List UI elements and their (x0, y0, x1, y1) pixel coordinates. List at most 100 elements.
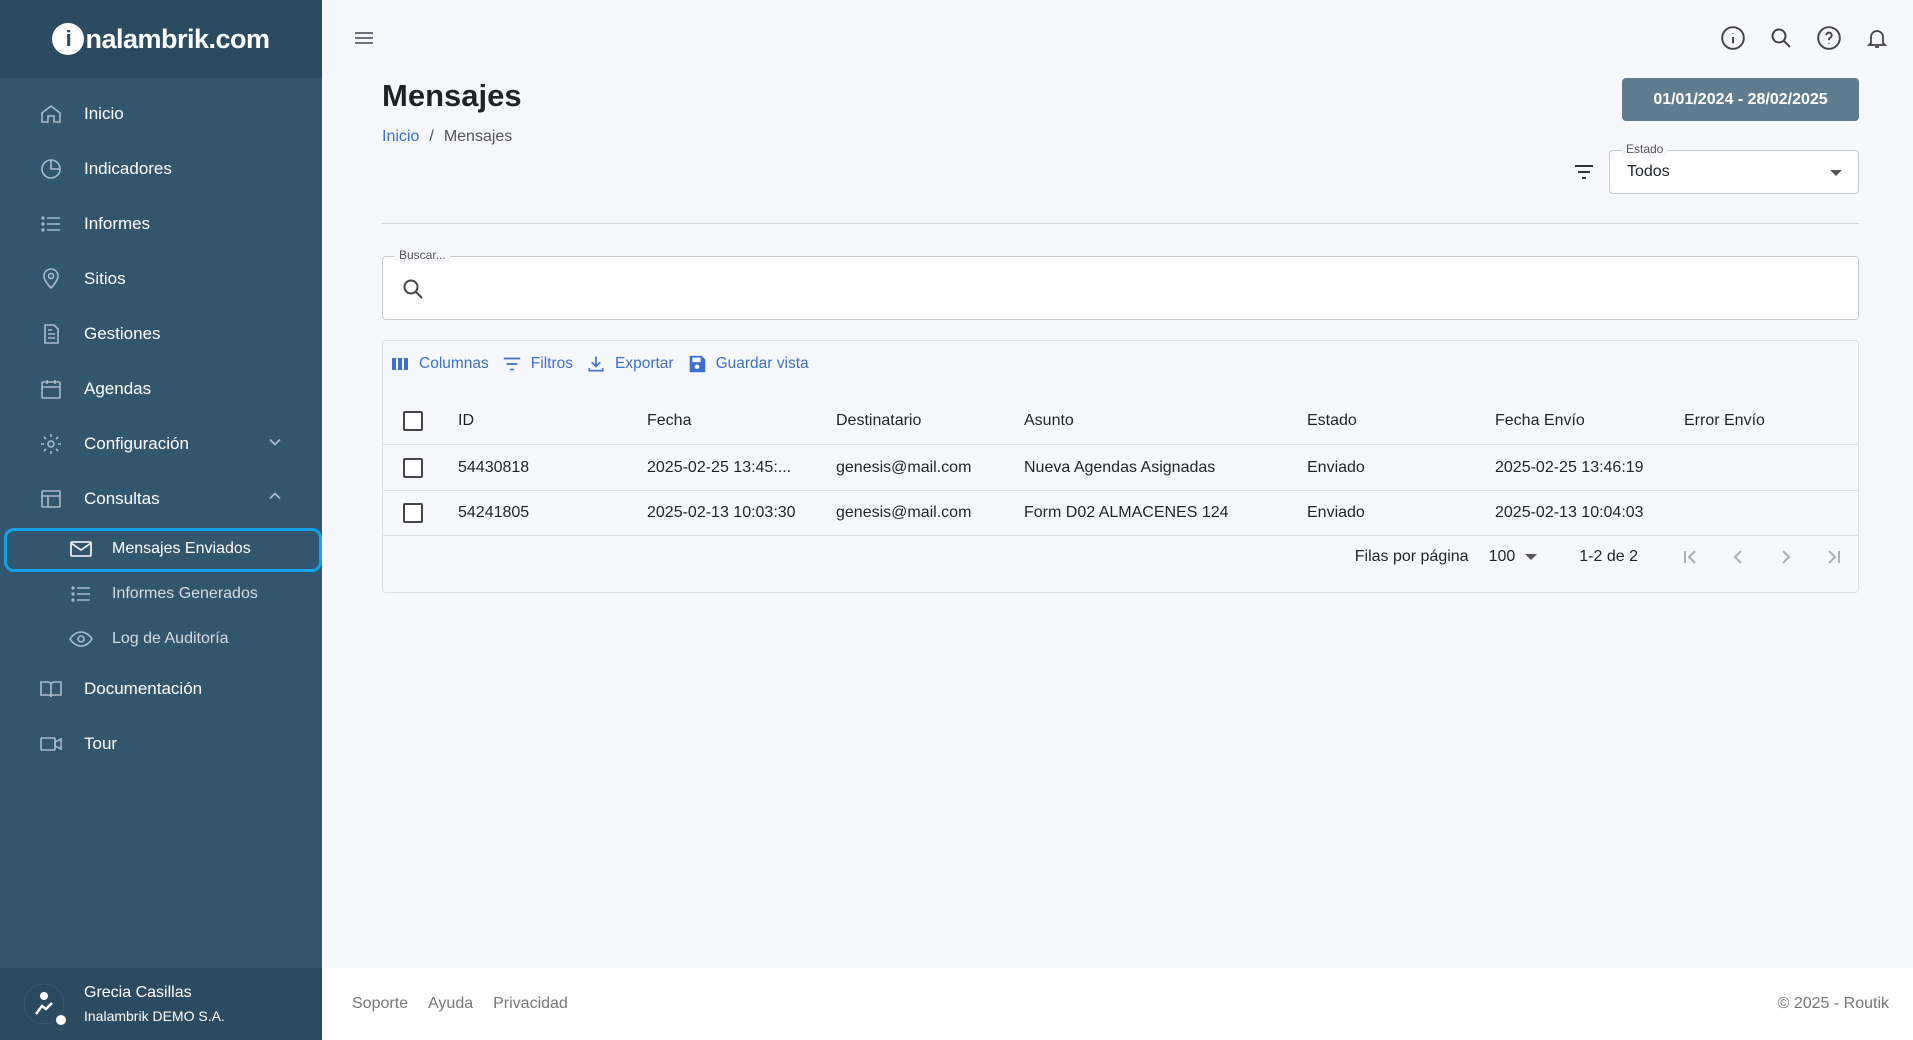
hamburger-menu-icon[interactable] (352, 26, 376, 55)
row-checkbox[interactable] (403, 503, 423, 523)
info-icon[interactable] (1719, 24, 1747, 52)
brand-logo-mark: i (52, 23, 85, 55)
topbar (322, 0, 1913, 76)
footer-link-privacidad[interactable]: Privacidad (493, 995, 568, 1013)
sidebar-subitem-log-auditoria[interactable]: Log de Auditoría (0, 616, 322, 661)
cell-id: 54430818 (458, 459, 530, 476)
sidebar-item-configuracion[interactable]: Configuración (0, 416, 322, 471)
footer-link-soporte[interactable]: Soporte (352, 995, 408, 1013)
select-all-cell (403, 397, 423, 444)
column-header-destinatario[interactable]: Destinatario (836, 397, 986, 444)
prev-page-icon[interactable] (1714, 537, 1762, 577)
export-button-label: Exportar (614, 355, 674, 372)
sidebar-item-label: Informes (84, 213, 151, 233)
brand-logo-text: nalambrik.com (85, 23, 270, 54)
pie-chart-icon (38, 156, 64, 182)
rows-per-page-label: Filas por página (1354, 548, 1469, 565)
pagination-range: 1-2 de 2 (1579, 548, 1638, 565)
row-select-cell (403, 446, 423, 490)
estado-select-value: Todos (1627, 163, 1670, 180)
sidebar-item-documentacion[interactable]: Documentación (0, 661, 322, 716)
row-checkbox[interactable] (403, 458, 423, 478)
sidebar-item-inicio[interactable]: Inicio (0, 86, 322, 141)
breadcrumb-home-link[interactable]: Inicio (382, 128, 419, 146)
sidebar-item-label: Indicadores (84, 158, 172, 178)
export-button[interactable]: Exportar (585, 353, 674, 375)
cell-asunto: Nueva Agendas Asignadas (1024, 459, 1216, 476)
dropdown-arrow-icon (1830, 170, 1842, 176)
search-icon (401, 277, 425, 306)
cell-fecha: 2025-02-13 10:03:30 (647, 504, 796, 521)
column-header-error-envio[interactable]: Error Envío (1684, 397, 1834, 444)
search-input[interactable]: Buscar... (382, 248, 1859, 320)
column-header-fecha-envio[interactable]: Fecha Envío (1495, 397, 1645, 444)
sidebar-item-label: Agendas (84, 378, 152, 398)
pagination: Filas por página 100 1-2 de 2 (1355, 537, 1858, 577)
filters-button-label: Filtros (530, 355, 573, 372)
topbar-actions (1719, 24, 1891, 52)
sidebar-subitem-mensajes-enviados[interactable]: Mensajes Enviados (0, 526, 322, 572)
last-page-icon[interactable] (1810, 537, 1858, 577)
filter-icon[interactable] (1572, 160, 1596, 189)
estado-select-label: Estado (1622, 142, 1668, 156)
brand-logo[interactable]: i nalambrik.com (52, 23, 270, 55)
table-row[interactable]: 54241805 2025-02-13 10:03:30 genesis@mai… (383, 491, 1858, 536)
user-name: Grecia Casillas (84, 984, 192, 1001)
date-range-button[interactable]: 01/01/2024 - 28/02/2025 (1622, 78, 1859, 121)
table-row[interactable]: 54430818 2025-02-25 13:45:... genesis@ma… (383, 446, 1858, 491)
cell-fecha-envio: 2025-02-13 10:04:03 (1495, 504, 1644, 521)
column-header-estado[interactable]: Estado (1307, 397, 1457, 444)
eye-icon (68, 626, 94, 652)
data-grid: Columnas Filtros Exportar Guardar vista … (382, 340, 1859, 593)
sidebar-item-sitios[interactable]: Sitios (0, 251, 322, 306)
search-input-label: Buscar... (395, 248, 450, 262)
sidebar-item-informes[interactable]: Informes (0, 196, 322, 251)
divider (382, 223, 1859, 224)
sidebar-item-tour[interactable]: Tour (0, 716, 322, 771)
sidebar-subitem-informes-generados[interactable]: Informes Generados (0, 571, 322, 616)
cell-fecha-envio: 2025-02-25 13:46:19 (1495, 459, 1644, 476)
table-icon (38, 486, 64, 512)
grid-toolbar: Columnas Filtros Exportar Guardar vista (389, 353, 821, 375)
bell-icon[interactable] (1863, 24, 1891, 52)
next-page-icon[interactable] (1762, 537, 1810, 577)
filters-button[interactable]: Filtros (501, 353, 573, 375)
column-header-id[interactable]: ID (458, 397, 608, 444)
chevron-up-icon (268, 489, 282, 508)
cell-destinatario: genesis@mail.com (836, 504, 972, 521)
select-all-checkbox[interactable] (403, 410, 423, 431)
sidebar-item-consultas[interactable]: Consultas (0, 471, 322, 526)
user-profile[interactable]: Grecia Casillas Inalambrik DEMO S.A. (0, 968, 322, 1040)
sidebar-subitem-label: Log de Auditoría (112, 629, 229, 647)
mail-icon (68, 536, 94, 562)
first-page-icon[interactable] (1666, 537, 1714, 577)
columns-button[interactable]: Columnas (389, 353, 489, 375)
row-select-cell (403, 491, 423, 535)
sidebar-item-indicadores[interactable]: Indicadores (0, 141, 322, 196)
table-header: ID Fecha Destinatario Asunto Estado Fech… (383, 397, 1858, 445)
footer-links: Soporte Ayuda Privacidad (352, 995, 568, 1013)
footer-copyright: © 2025 - Routik (1777, 995, 1889, 1012)
sidebar-item-label: Documentación (84, 678, 203, 698)
save-view-button[interactable]: Guardar vista (686, 353, 809, 375)
sidebar-item-agendas[interactable]: Agendas (0, 361, 322, 416)
column-header-asunto[interactable]: Asunto (1024, 397, 1224, 444)
sidebar-item-label: Tour (84, 733, 118, 753)
rows-per-page-select[interactable]: 100 (1489, 548, 1538, 566)
avatar (24, 984, 68, 1027)
list-icon (38, 211, 64, 237)
breadcrumb-current: Mensajes (443, 128, 513, 145)
sidebar-nav: Inicio Indicadores Informes Sitios Gesti… (0, 78, 322, 771)
footer: Soporte Ayuda Privacidad © 2025 - Routik (322, 968, 1913, 1040)
document-icon (38, 321, 64, 347)
sidebar-item-gestiones[interactable]: Gestiones (0, 306, 322, 361)
filter-icon (501, 353, 523, 375)
sidebar-item-label: Inicio (84, 103, 124, 123)
help-icon[interactable] (1815, 24, 1843, 52)
sidebar-subitem-label: Informes Generados (112, 584, 258, 602)
column-header-fecha[interactable]: Fecha (647, 397, 797, 444)
footer-link-ayuda[interactable]: Ayuda (428, 995, 473, 1013)
search-icon[interactable] (1767, 24, 1795, 52)
estado-select[interactable]: Estado Todos (1609, 142, 1859, 194)
save-icon (686, 353, 708, 375)
